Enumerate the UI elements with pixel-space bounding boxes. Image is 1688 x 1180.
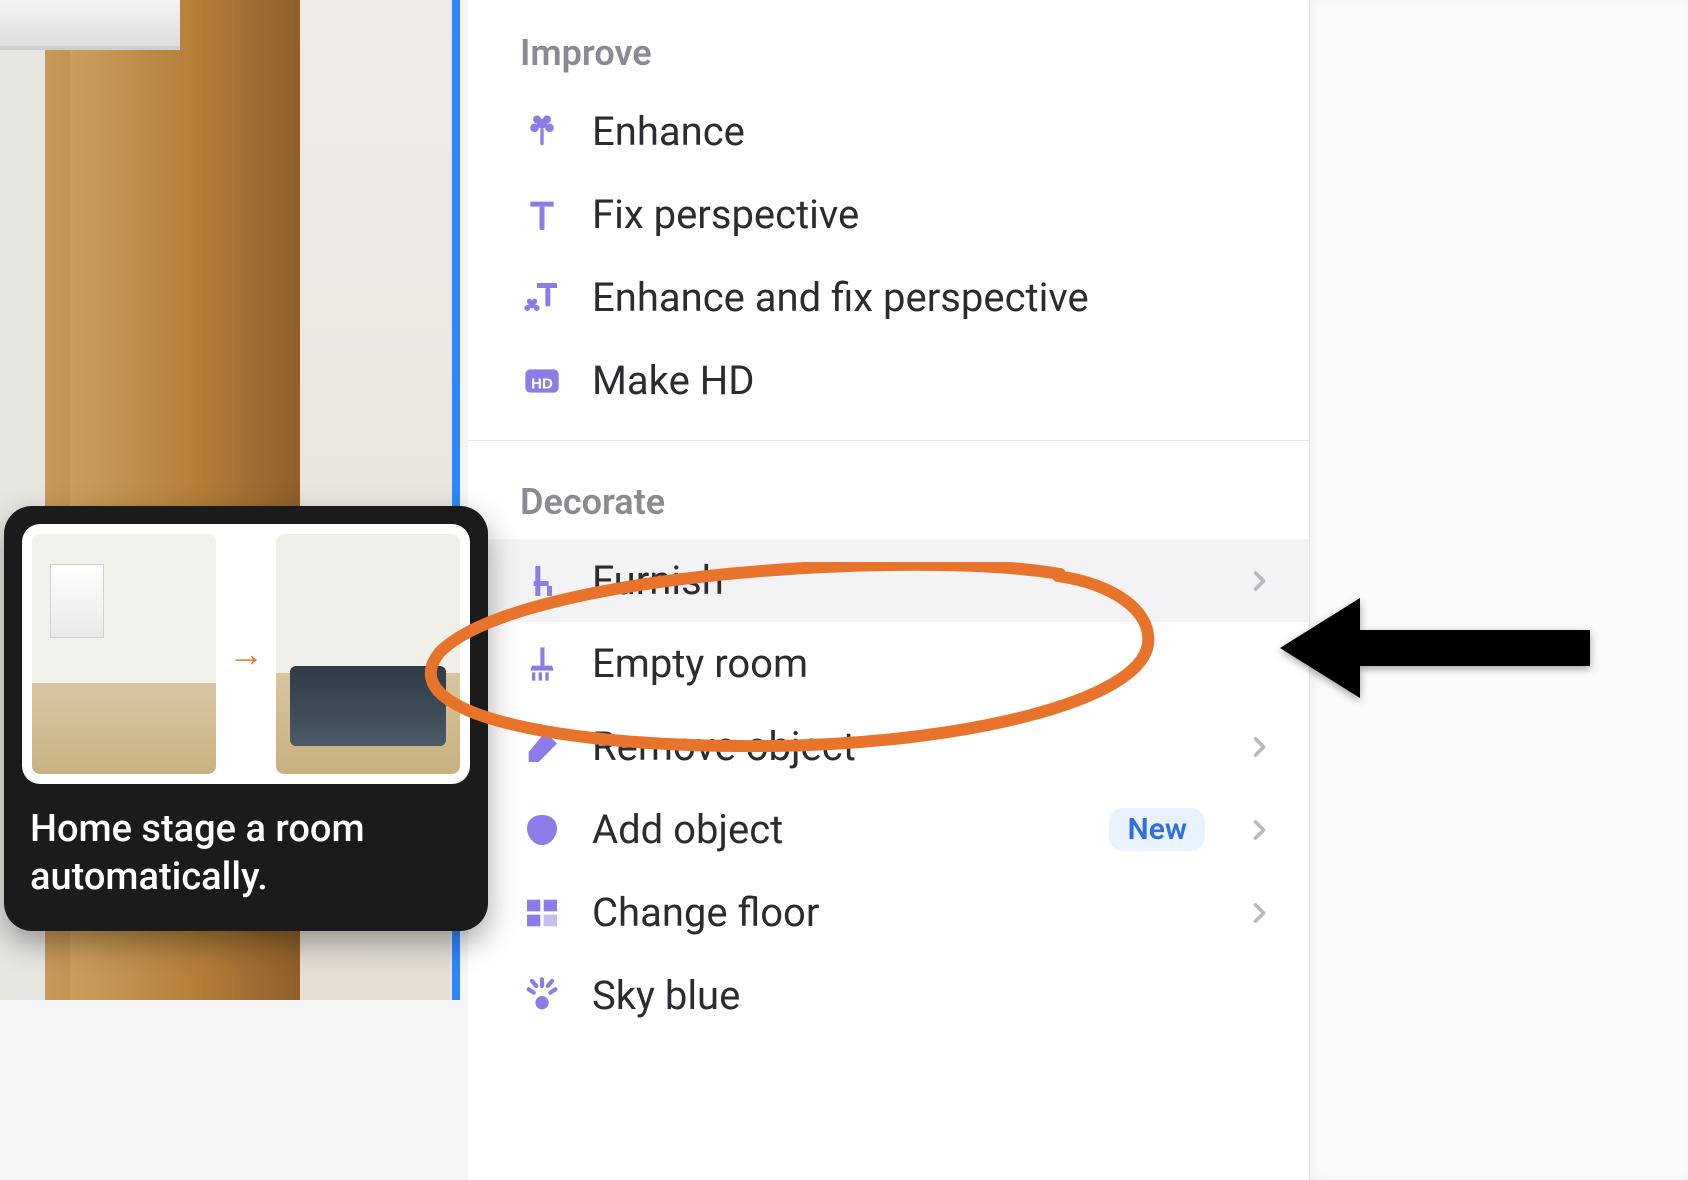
- arrow-right-icon: →: [224, 633, 268, 675]
- tooltip-preview: →: [22, 524, 470, 784]
- canvas-background: [1310, 0, 1688, 1180]
- flower-icon: [520, 110, 564, 154]
- edit-menu-panel: Improve Enhance Fix perspective Enhance …: [468, 0, 1310, 1180]
- menu-item-label: Remove object: [592, 723, 1211, 770]
- menu-item-label: Sky blue: [592, 972, 1273, 1019]
- menu-item-fix-perspective[interactable]: Fix perspective: [468, 173, 1309, 256]
- menu-item-empty-room[interactable]: Empty room: [468, 622, 1309, 705]
- menu-item-label: Enhance and fix perspective: [592, 274, 1273, 321]
- chevron-right-icon: [1245, 899, 1273, 927]
- feature-tooltip: → Home stage a room automatically.: [4, 506, 488, 931]
- blob-icon: [520, 808, 564, 852]
- perspective-icon: [520, 193, 564, 237]
- section-header-decorate: Decorate: [468, 449, 1309, 539]
- menu-item-label: Enhance: [592, 108, 1273, 155]
- menu-item-sky-blue[interactable]: Sky blue: [468, 954, 1309, 1037]
- menu-item-label: Empty room: [592, 640, 1273, 687]
- menu-item-make-hd[interactable]: HD Make HD: [468, 339, 1309, 422]
- new-badge: New: [1109, 808, 1205, 851]
- chevron-right-icon: [1245, 567, 1273, 595]
- sun-icon: [520, 974, 564, 1018]
- menu-item-label: Fix perspective: [592, 191, 1273, 238]
- ac-unit-decoration: [0, 0, 180, 50]
- tooltip-description: Home stage a room automatically.: [22, 806, 470, 901]
- menu-item-remove-object[interactable]: Remove object: [468, 705, 1309, 788]
- menu-item-enhance[interactable]: Enhance: [468, 90, 1309, 173]
- hd-icon: HD: [520, 359, 564, 403]
- menu-item-change-floor[interactable]: Change floor: [468, 871, 1309, 954]
- menu-divider: [468, 440, 1309, 441]
- menu-item-label: Add object: [592, 806, 1081, 853]
- enhance-perspective-icon: [520, 276, 564, 320]
- eraser-icon: [520, 725, 564, 769]
- tooltip-after-image: [276, 534, 460, 774]
- menu-item-enhance-fix[interactable]: Enhance and fix perspective: [468, 256, 1309, 339]
- broom-icon: [520, 642, 564, 686]
- menu-item-label: Make HD: [592, 357, 1273, 404]
- floor-tiles-icon: [520, 891, 564, 935]
- chair-icon: [520, 559, 564, 603]
- svg-text:HD: HD: [531, 375, 553, 392]
- menu-item-label: Furnish: [592, 557, 1211, 604]
- menu-item-add-object[interactable]: Add object New: [468, 788, 1309, 871]
- section-header-improve: Improve: [468, 0, 1309, 90]
- chevron-right-icon: [1245, 733, 1273, 761]
- menu-item-furnish[interactable]: Furnish: [468, 539, 1309, 622]
- menu-item-label: Change floor: [592, 889, 1211, 936]
- chevron-right-icon: [1245, 816, 1273, 844]
- tooltip-before-image: [32, 534, 216, 774]
